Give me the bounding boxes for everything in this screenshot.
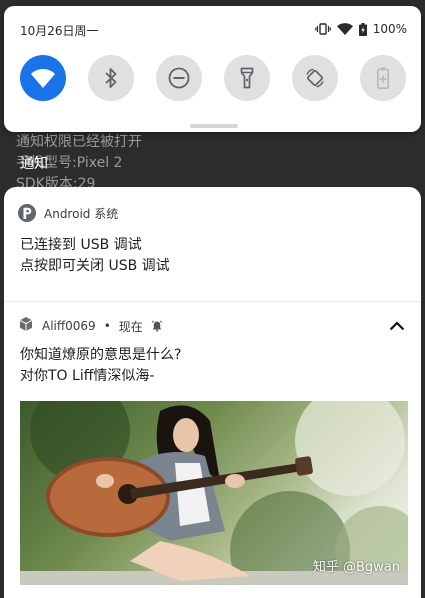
bluetooth-tile[interactable] [88, 55, 134, 101]
notification-image[interactable]: 知乎 @Bgwan [20, 401, 408, 585]
flashlight-icon [240, 67, 254, 89]
package-icon [18, 316, 34, 336]
notification-time: 现在 [118, 319, 143, 334]
bluetooth-icon [104, 67, 118, 89]
wifi-tile[interactable] [20, 55, 66, 101]
notification-app-name: Aliff0069 [42, 319, 96, 333]
battery-saver-tile[interactable] [360, 55, 406, 101]
vibrate-icon [314, 23, 331, 35]
collapse-button[interactable] [385, 315, 409, 335]
flashlight-tile[interactable] [224, 55, 270, 101]
do-not-disturb-tile[interactable] [156, 55, 202, 101]
notification-separator: • [103, 319, 111, 333]
notification-list: Android 系统 已连接到 USB 调试 点按即可关闭 USB 调试 Ali… [4, 187, 421, 598]
status-date: 10月26日周一 [20, 24, 99, 38]
battery-saver-icon [377, 67, 389, 89]
battery-percent: 100% [372, 22, 407, 36]
alarm-bell-icon [151, 317, 163, 336]
notification-app-name: Android 系统 [44, 206, 119, 221]
drag-handle[interactable] [190, 124, 238, 128]
quick-settings-panel: 10月26日周一 100% [4, 6, 421, 132]
notification-title[interactable]: 你知道燎原的意思是什么? [20, 345, 181, 366]
wifi-icon [31, 68, 55, 88]
image-watermark: 知乎 @Bgwan [312, 560, 400, 575]
auto-rotate-tile[interactable] [292, 55, 338, 101]
chevron-up-icon [389, 316, 405, 335]
notification-text[interactable]: 点按即可关闭 USB 调试 [20, 256, 170, 277]
background-line: 通知权限已经被打开 [16, 134, 142, 150]
status-bar: 10月26日周一 100% [20, 22, 407, 42]
battery-charging-icon [358, 22, 367, 36]
notifications-section-title: 通知 [20, 156, 48, 172]
notification-title[interactable]: 已连接到 USB 调试 [20, 235, 142, 256]
do-not-disturb-icon [168, 67, 190, 89]
status-icons: 100% [314, 22, 407, 36]
notification-header: Aliff0069 • 现在 [18, 316, 163, 336]
auto-rotate-icon [304, 67, 326, 89]
quick-settings-tiles [20, 55, 406, 101]
wifi-icon [336, 23, 353, 35]
notification-text[interactable]: 对你TO Liff情深似海- [20, 366, 154, 387]
notification-header: Android 系统 [18, 204, 118, 222]
android-system-icon [18, 204, 36, 222]
notification-divider [4, 301, 421, 302]
